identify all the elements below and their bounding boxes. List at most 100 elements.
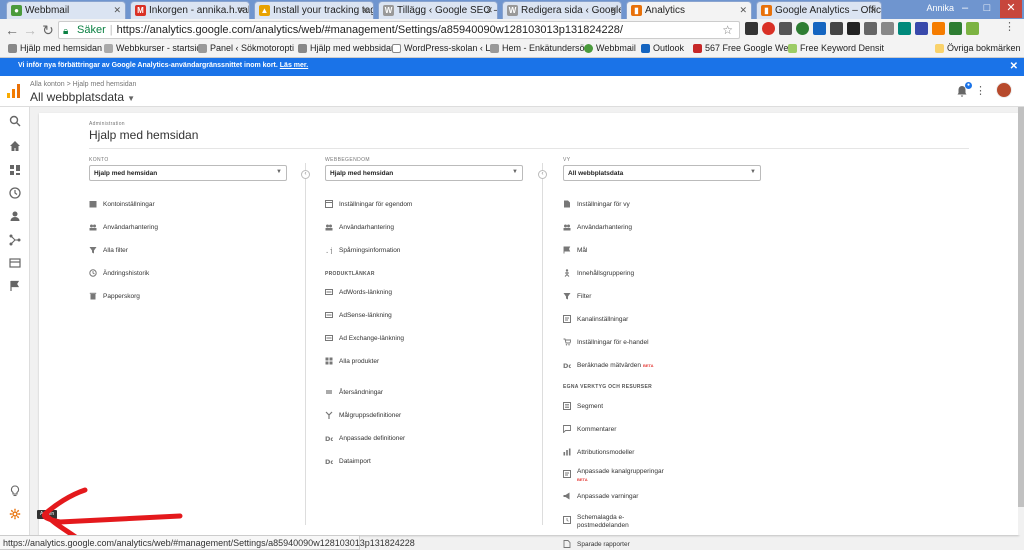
extension-icon[interactable]: [779, 22, 792, 35]
attribution-models-link[interactable]: Attributionsmodeller: [563, 448, 634, 456]
breadcrumb[interactable]: Alla konton > Hjalp med hemsidan: [30, 81, 136, 88]
account-user-management-link[interactable]: Användarhantering: [89, 224, 158, 231]
more-options-icon[interactable]: ⋮: [975, 84, 986, 97]
behavior-icon[interactable]: [9, 257, 21, 269]
property-selector[interactable]: All webbplatsdata ▼: [30, 90, 135, 104]
audience-definitions-link[interactable]: Målgruppsdefinitioner: [325, 411, 401, 419]
page-scrollbar[interactable]: [1018, 107, 1024, 535]
bookmark-item[interactable]: Free Keyword Densit: [788, 43, 884, 53]
close-icon[interactable]: ✕: [361, 5, 369, 16]
custom-definitions-link[interactable]: Dd Anpassade definitioner: [325, 435, 405, 442]
expand-icon[interactable]: ‹: [301, 170, 310, 179]
tab-webbmail[interactable]: ● Webbmail ✕: [6, 1, 126, 19]
conversions-flag-icon[interactable]: [9, 280, 21, 292]
all-products-link[interactable]: Alla produkter: [325, 357, 379, 365]
property-selector-dropdown[interactable]: Hjalp med hemsidan ▼: [325, 165, 523, 181]
close-icon[interactable]: ✕: [609, 5, 617, 16]
close-icon[interactable]: ✕: [739, 5, 747, 16]
extension-icon[interactable]: [898, 22, 911, 35]
bookmark-item[interactable]: WordPress-skolan ‹ L: [392, 43, 490, 53]
profile-name[interactable]: Annika: [926, 3, 954, 13]
dashboard-icon[interactable]: [9, 164, 21, 176]
tab-redigera-sida[interactable]: WRedigera sida ‹ Google S✕: [502, 1, 622, 19]
bookmark-item[interactable]: Webbmail: [584, 43, 636, 53]
tab-install-tracking[interactable]: ▲ Install your tracking tag ✕: [254, 1, 374, 19]
acquisition-icon[interactable]: [9, 234, 21, 246]
view-settings-link[interactable]: Inställningar för vy: [563, 200, 630, 208]
bookmark-star-icon[interactable]: ☆: [722, 22, 733, 38]
minimize-icon[interactable]: –: [954, 0, 976, 18]
window-close-icon[interactable]: ✕: [1000, 0, 1022, 18]
saved-reports-link[interactable]: Sparade rapporter: [563, 540, 630, 548]
bookmark-item[interactable]: Webbkurser - startsid: [104, 43, 201, 53]
custom-channel-grouping-link[interactable]: Anpassade kanalgrupperingar BETA: [563, 468, 664, 484]
tab-analytics[interactable]: ▮ Analytics ✕: [626, 1, 752, 19]
ad-exchange-linking-link[interactable]: Ad Exchange-länkning: [325, 335, 404, 342]
tab-gmail[interactable]: M Inkorgen - annika.h.vallg ✕: [130, 1, 250, 19]
scheduled-emails-link[interactable]: Schemalagda e-postmeddelanden: [563, 514, 643, 530]
scrollbar-thumb[interactable]: [1018, 107, 1024, 507]
close-icon[interactable]: ✕: [1010, 61, 1018, 72]
avatar[interactable]: [996, 82, 1012, 98]
extension-icon[interactable]: [949, 22, 962, 35]
bookmark-item[interactable]: Hjälp med hemsidan: [8, 43, 102, 53]
content-grouping-link[interactable]: Innehållsgruppering: [563, 269, 634, 277]
extension-icon[interactable]: [932, 22, 945, 35]
ecommerce-settings-link[interactable]: Inställningar för e-handel: [563, 338, 649, 346]
close-icon[interactable]: ✕: [485, 5, 493, 16]
bookmark-folder[interactable]: Övriga bokmärken: [935, 43, 1021, 53]
account-settings-link[interactable]: Kontoinställningar: [89, 201, 155, 208]
property-user-management-link[interactable]: Användarhantering: [325, 224, 394, 231]
clock-icon[interactable]: [9, 187, 21, 199]
extension-icon[interactable]: [813, 22, 826, 35]
annotations-link[interactable]: Kommentarer: [563, 425, 616, 433]
all-filters-link[interactable]: Alla filter: [89, 247, 128, 254]
custom-alerts-link[interactable]: Anpassade varningar: [563, 492, 638, 500]
adwords-linking-link[interactable]: AdWords-länkning: [325, 289, 392, 296]
property-settings-link[interactable]: Inställningar för egendom: [325, 200, 412, 208]
calculated-metrics-link[interactable]: Dd Beräknade mätvärden BETA: [563, 362, 654, 369]
change-history-link[interactable]: Ändringshistorik: [89, 269, 149, 277]
extension-icon[interactable]: [830, 22, 843, 35]
tracking-info-link[interactable]: .jsSpårningsinformation: [325, 247, 400, 254]
maximize-icon[interactable]: □: [976, 0, 998, 18]
tab-ga-official[interactable]: ▮ Google Analytics – Offic ✕: [756, 1, 882, 19]
back-icon[interactable]: ←: [4, 22, 20, 38]
data-import-link[interactable]: Dd Dataimport: [325, 458, 371, 465]
banner-read-more-link[interactable]: Läs mer.: [280, 62, 308, 69]
extension-icon[interactable]: [847, 22, 860, 35]
extension-icon[interactable]: [796, 22, 809, 35]
extension-icon[interactable]: [915, 22, 928, 35]
view-user-management-link[interactable]: Användarhantering: [563, 224, 632, 231]
reload-icon[interactable]: ↻: [40, 22, 56, 39]
address-bar[interactable]: 🔒︎ Säker | https://analytics.google.com/an…: [58, 21, 740, 39]
home-icon[interactable]: [9, 140, 21, 152]
extension-icon[interactable]: [966, 22, 979, 35]
extension-icon[interactable]: [881, 22, 894, 35]
account-selector[interactable]: Hjalp med hemsidan ▼: [89, 165, 287, 181]
extension-icon[interactable]: [762, 22, 775, 35]
view-filter-link[interactable]: Filter: [563, 293, 591, 300]
adsense-linking-link[interactable]: AdSense-länkning: [325, 312, 392, 319]
bookmark-item[interactable]: Outlook: [641, 43, 684, 53]
forward-icon[interactable]: →: [22, 22, 38, 38]
tab-tillagg[interactable]: W Tillägg ‹ Google SEO — ✕: [378, 1, 498, 19]
segments-link[interactable]: Segment: [563, 402, 603, 410]
remarketing-link[interactable]: Återsändningar: [325, 389, 383, 396]
channel-settings-link[interactable]: Kanalinställningar: [563, 315, 628, 323]
bookmark-item[interactable]: Hjälp med webbsidan: [298, 43, 396, 53]
extension-icon[interactable]: [864, 22, 877, 35]
close-icon[interactable]: ✕: [113, 5, 121, 16]
close-icon[interactable]: ✕: [237, 5, 245, 16]
view-selector[interactable]: All webbplatsdata ▼: [563, 165, 761, 181]
menu-kebab-icon[interactable]: ⋮: [1004, 20, 1017, 33]
close-icon[interactable]: ✕: [869, 5, 877, 16]
goals-link[interactable]: Mål: [563, 246, 587, 254]
search-icon[interactable]: [9, 115, 21, 127]
bookmark-item[interactable]: Hem - Enkätundersö: [490, 43, 585, 53]
expand-icon[interactable]: ‹: [538, 170, 547, 179]
trash-link[interactable]: Papperskorg: [89, 292, 140, 300]
audience-icon[interactable]: [9, 210, 21, 222]
bookmark-item[interactable]: Panel ‹ Sökmotoropti: [198, 43, 294, 53]
bookmark-item[interactable]: 567 Free Google Web: [693, 43, 793, 53]
